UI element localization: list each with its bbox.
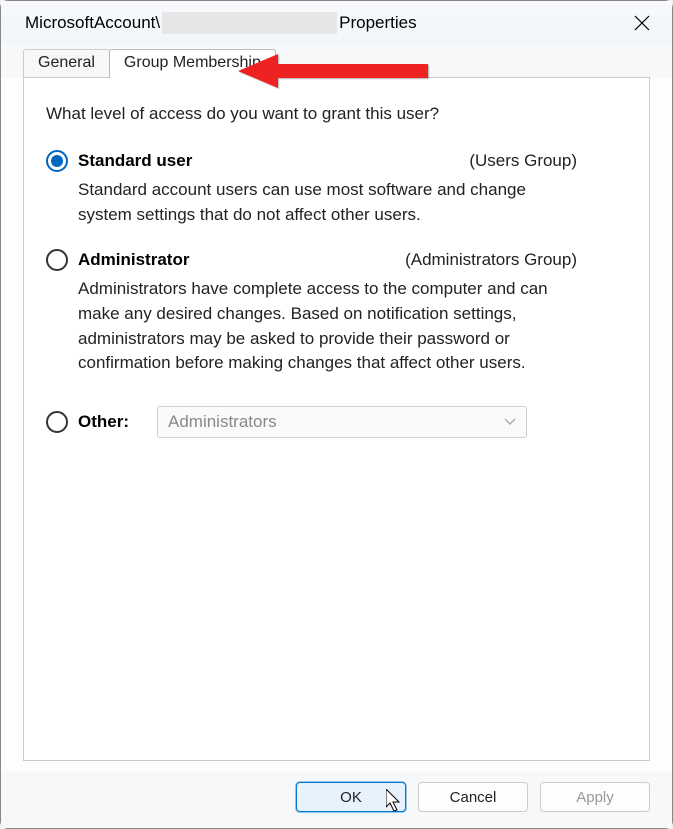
- apply-button[interactable]: Apply: [540, 782, 650, 812]
- properties-dialog: MicrosoftAccount\ Properties General Gro…: [0, 0, 673, 829]
- titlebar: MicrosoftAccount\ Properties: [1, 1, 672, 43]
- title-suffix: Properties: [339, 13, 416, 33]
- option-standard-user: Standard user (Users Group) Standard acc…: [46, 150, 627, 227]
- radio-other[interactable]: [46, 411, 68, 433]
- other-dropdown[interactable]: Administrators: [157, 406, 527, 438]
- label-standard-user[interactable]: Standard user: [78, 151, 192, 171]
- radio-administrator[interactable]: [46, 249, 68, 271]
- radio-standard-user[interactable]: [46, 150, 68, 172]
- option-administrator: Administrator (Administrators Group) Adm…: [46, 249, 627, 376]
- close-button[interactable]: [626, 7, 658, 39]
- title-redacted: [162, 12, 337, 34]
- tab-strip: General Group Membership: [1, 43, 672, 78]
- cancel-button[interactable]: Cancel: [418, 782, 528, 812]
- desc-standard-user: Standard account users can use most soft…: [78, 178, 567, 227]
- tab-general[interactable]: General: [23, 49, 110, 78]
- option-other: Other: Administrators: [46, 406, 627, 438]
- window-title: MicrosoftAccount\ Properties: [25, 12, 417, 34]
- tab-group-membership[interactable]: Group Membership: [109, 49, 276, 78]
- other-dropdown-value: Administrators: [168, 412, 277, 432]
- group-standard-user: (Users Group): [469, 151, 627, 171]
- access-prompt: What level of access do you want to gran…: [46, 104, 627, 124]
- tab-panel: What level of access do you want to gran…: [23, 77, 650, 761]
- desc-administrator: Administrators have complete access to t…: [78, 277, 567, 376]
- title-prefix: MicrosoftAccount\: [25, 13, 160, 33]
- label-other[interactable]: Other:: [78, 412, 129, 432]
- group-administrator: (Administrators Group): [405, 250, 627, 270]
- dialog-buttons: OK Cancel Apply: [1, 772, 672, 828]
- chevron-down-icon: [504, 415, 516, 429]
- ok-button[interactable]: OK: [296, 782, 406, 812]
- label-administrator[interactable]: Administrator: [78, 250, 189, 270]
- close-icon: [634, 15, 650, 31]
